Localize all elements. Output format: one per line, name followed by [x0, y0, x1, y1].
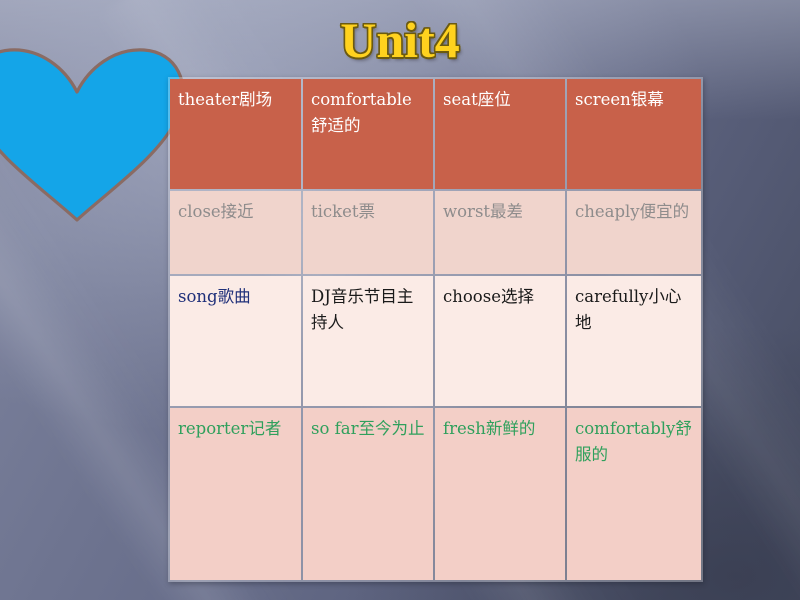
table-cell: ticket票	[303, 191, 433, 274]
slide-canvas: Unit4 theater剧场 comfortable 舒适的 seat座位 s…	[0, 0, 800, 600]
table-cell: comfortably舒服的	[567, 408, 701, 580]
table-cell: DJ音乐节目主持人	[303, 276, 433, 406]
table-row: song歌曲 DJ音乐节目主持人 choose选择 carefully小心地	[170, 276, 701, 406]
heart-icon	[0, 48, 185, 222]
page-title: Unit4	[340, 12, 460, 68]
table-cell: cheaply便宜的	[567, 191, 701, 274]
table-cell: song歌曲	[170, 276, 301, 406]
table-row: close接近 ticket票 worst最差 cheaply便宜的	[170, 191, 701, 274]
table-cell: fresh新鲜的	[435, 408, 565, 580]
table-cell: so far至今为止	[303, 408, 433, 580]
vocabulary-table: theater剧场 comfortable 舒适的 seat座位 screen银…	[168, 77, 703, 582]
table-cell: screen银幕	[567, 79, 701, 189]
table-cell: seat座位	[435, 79, 565, 189]
table-cell: close接近	[170, 191, 301, 274]
table-cell: comfortable 舒适的	[303, 79, 433, 189]
table-cell: choose选择	[435, 276, 565, 406]
table-row: reporter记者 so far至今为止 fresh新鲜的 comfortab…	[170, 408, 701, 580]
table-cell: reporter记者	[170, 408, 301, 580]
table-cell: worst最差	[435, 191, 565, 274]
table-cell: carefully小心地	[567, 276, 701, 406]
table-cell: theater剧场	[170, 79, 301, 189]
table-row-header: theater剧场 comfortable 舒适的 seat座位 screen银…	[170, 79, 701, 189]
